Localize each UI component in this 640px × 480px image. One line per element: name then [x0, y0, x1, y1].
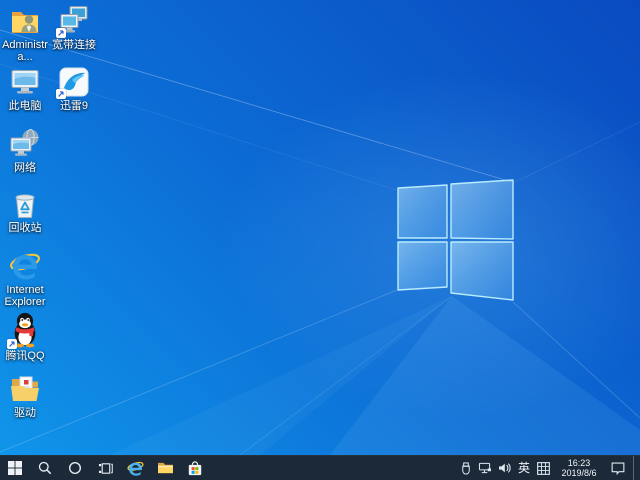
recycle-bin-icon	[9, 188, 41, 220]
desktop-icon-administrator[interactable]: Administra...	[0, 5, 50, 63]
desktop-icon-internet-explorer[interactable]: Internet Explorer	[0, 250, 50, 308]
desktop[interactable]: Administra... 宽带连接	[0, 0, 640, 455]
ime-mode-icon[interactable]	[536, 456, 551, 480]
taskbar-internet-explorer-button[interactable]	[120, 456, 150, 480]
clock[interactable]: 16:23 2019/8/6	[555, 458, 603, 479]
input-language-indicator[interactable]: 英	[516, 456, 532, 480]
desktop-icon-driver-folder[interactable]: 驱动	[0, 373, 50, 419]
xunlei-9-icon	[58, 66, 90, 98]
shortcut-arrow-icon	[56, 89, 66, 99]
system-tray: 英 16:23 2019/8/6	[459, 456, 640, 480]
show-desktop-button[interactable]	[633, 456, 638, 480]
tray-time: 16:23	[568, 458, 591, 469]
network-icon[interactable]	[477, 456, 493, 480]
desktop-icon-label: 回收站	[9, 222, 42, 234]
desktop-icon-label: Administra...	[0, 39, 50, 63]
taskbar-file-explorer-button[interactable]	[150, 456, 180, 480]
file-explorer-icon	[157, 461, 174, 475]
internet-explorer-icon	[127, 460, 144, 477]
network-icon	[9, 128, 41, 160]
driver-folder-icon	[9, 373, 41, 405]
search-button[interactable]	[30, 456, 60, 480]
taskbar-buttons	[0, 456, 210, 480]
desktop-icon-recycle-bin[interactable]: 回收站	[0, 188, 50, 234]
broadband-connection-icon	[58, 5, 90, 37]
usb-icon[interactable]	[459, 456, 473, 480]
task-view-button[interactable]	[90, 456, 120, 480]
desktop-icon-label: 宽带连接	[52, 39, 96, 51]
task-view-icon	[98, 461, 113, 476]
windows-logo-icon	[8, 461, 22, 475]
desktop-icon-qq[interactable]: 腾讯QQ	[0, 311, 50, 362]
desktop-icon-this-pc[interactable]: 此电脑	[0, 66, 50, 112]
search-icon	[38, 461, 52, 475]
microsoft-store-icon	[187, 460, 203, 476]
desktop-icon-label: Internet Explorer	[0, 284, 50, 308]
cortana-button[interactable]	[60, 456, 90, 480]
desktop-icon-xunlei[interactable]: 迅雷9	[49, 66, 99, 112]
administrator-folder-icon	[9, 5, 41, 37]
desktop-icon-label: 腾讯QQ	[5, 350, 44, 362]
desktop-icon-label: 驱动	[14, 407, 36, 419]
shortcut-arrow-icon	[7, 339, 17, 349]
wallpaper-windows-logo	[396, 177, 516, 305]
this-pc-icon	[9, 66, 41, 98]
desktop-icon-label: 迅雷9	[60, 100, 88, 112]
desktop-icon-label: 网络	[14, 162, 36, 174]
desktop-icon-network[interactable]: 网络	[0, 128, 50, 174]
tencent-qq-icon	[9, 311, 41, 348]
taskbar-store-button[interactable]	[180, 456, 210, 480]
shortcut-arrow-icon	[56, 28, 66, 38]
start-button[interactable]	[0, 456, 30, 480]
tray-date: 2019/8/6	[561, 468, 596, 479]
cortana-icon	[68, 461, 82, 475]
internet-explorer-icon	[9, 250, 41, 282]
desktop-icon-label: 此电脑	[9, 100, 42, 112]
taskbar: 英 16:23 2019/8/6	[0, 455, 640, 480]
volume-icon[interactable]	[497, 456, 512, 480]
action-center-icon[interactable]	[607, 456, 629, 480]
desktop-icon-broadband[interactable]: 宽带连接	[49, 5, 99, 51]
